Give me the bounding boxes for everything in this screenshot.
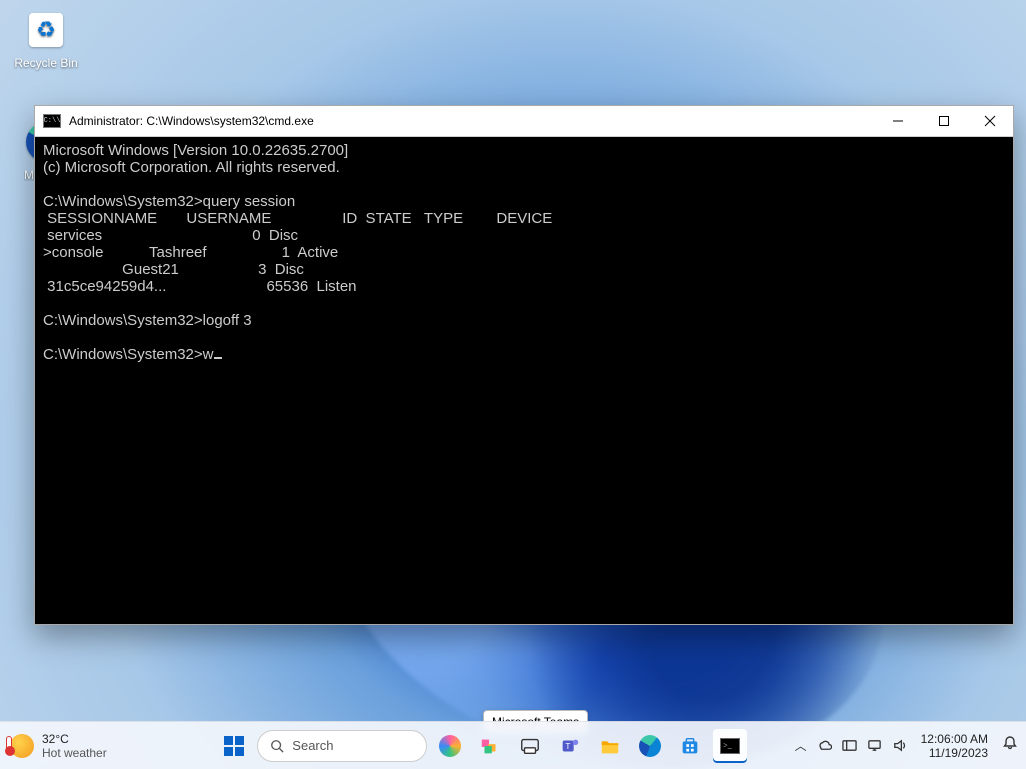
- task-view-button[interactable]: [513, 729, 547, 763]
- onedrive-tray-icon[interactable]: [817, 738, 832, 753]
- bell-icon: [1002, 735, 1018, 751]
- taskbar-center: Search T >_: [170, 729, 795, 763]
- copilot-icon: [439, 735, 461, 757]
- teams-icon: T: [559, 735, 581, 757]
- text-cursor: [214, 357, 222, 359]
- notifications-button[interactable]: [1002, 735, 1018, 756]
- clock-time: 12:06:00 AM: [921, 732, 988, 746]
- teams-button[interactable]: T: [553, 729, 587, 763]
- store-icon: [679, 735, 701, 757]
- edge-taskbar-button[interactable]: [633, 729, 667, 763]
- terminal-output[interactable]: Microsoft Windows [Version 10.0.22635.27…: [35, 137, 1013, 624]
- clock-date: 11/19/2023: [921, 746, 988, 760]
- recycle-bin[interactable]: ♻ Recycle Bin: [8, 8, 84, 70]
- copilot-button[interactable]: [433, 729, 467, 763]
- desktop[interactable]: ♻ Recycle Bin Microsoft Edge C:\\ Admini…: [0, 0, 1026, 769]
- terminal-text: Microsoft Windows [Version 10.0.22635.27…: [43, 142, 552, 363]
- recycle-bin-label: Recycle Bin: [8, 56, 84, 70]
- taskbar: 32°C Hot weather Search T: [0, 721, 1026, 769]
- weather-desc: Hot weather: [42, 746, 107, 760]
- system-tray: ︿ 12:06:00 AM 11/19/2023: [795, 732, 1026, 760]
- language-tray-icon[interactable]: [842, 738, 857, 753]
- colorful-app-icon: [479, 735, 501, 757]
- edge-icon: [639, 735, 661, 757]
- tray-overflow-button[interactable]: ︿: [795, 737, 807, 754]
- network-tray-icon[interactable]: [867, 738, 882, 753]
- cmd-window: C:\\ Administrator: C:\Windows\system32\…: [34, 105, 1014, 625]
- weather-icon: [10, 734, 34, 758]
- clock[interactable]: 12:06:00 AM 11/19/2023: [917, 732, 992, 760]
- cmd-taskbar-button[interactable]: >_: [713, 729, 747, 763]
- weather-widget[interactable]: 32°C Hot weather: [0, 732, 170, 760]
- titlebar[interactable]: C:\\ Administrator: C:\Windows\system32\…: [35, 106, 1013, 137]
- pinned-app-1[interactable]: [473, 729, 507, 763]
- recycle-icon: ♻: [36, 17, 56, 43]
- windows-logo-icon: [224, 736, 244, 756]
- svg-text:T: T: [566, 741, 571, 750]
- search-input[interactable]: Search: [257, 730, 427, 762]
- weather-temp: 32°C: [42, 732, 107, 746]
- cmd-app-icon: C:\\: [43, 114, 61, 128]
- folder-icon: [599, 735, 621, 757]
- task-view-icon: [519, 735, 541, 757]
- volume-tray-icon[interactable]: [892, 738, 907, 753]
- file-explorer-button[interactable]: [593, 729, 627, 763]
- close-button[interactable]: [967, 106, 1013, 137]
- store-button[interactable]: [673, 729, 707, 763]
- search-icon: [270, 739, 284, 753]
- cmd-icon: >_: [720, 738, 740, 754]
- minimize-button[interactable]: [875, 106, 921, 137]
- maximize-button[interactable]: [921, 106, 967, 137]
- search-placeholder: Search: [292, 738, 333, 753]
- window-title: Administrator: C:\Windows\system32\cmd.e…: [69, 114, 314, 128]
- start-button[interactable]: [217, 729, 251, 763]
